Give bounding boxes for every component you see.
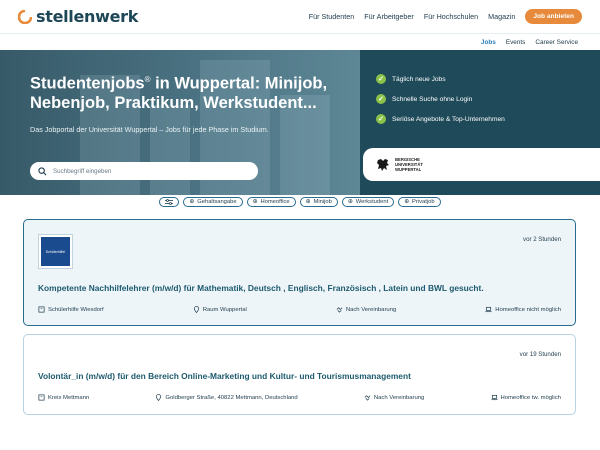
plus-circle-icon: ⊕	[347, 199, 353, 205]
search-icon	[38, 166, 47, 175]
filter-gehaltsangabe[interactable]: ⊕ Gehaltsangabe	[183, 197, 243, 207]
handshake-icon	[336, 307, 343, 313]
search-bar[interactable]	[30, 162, 258, 180]
feature-text: Schnelle Suche ohne Login	[392, 95, 473, 103]
homeoffice-meta: Homeoffice tw. möglich	[490, 394, 561, 401]
nav-fuer-studenten[interactable]: Für Studenten	[309, 12, 355, 21]
stellenwerk-logo-icon	[18, 9, 32, 24]
subnav-jobs[interactable]: Jobs	[481, 39, 496, 46]
location-meta: Raum Wuppertal	[193, 306, 247, 313]
job-meta: Schülerhilfe Wiesdorf Raum Wuppertal Nac…	[38, 306, 561, 313]
job-meta: Kreis Mettmann Goldberger Straße, 40822 …	[38, 394, 561, 401]
filter-bar: ⊕ Gehaltsangabe ⊕ Homeoffice ⊕ Minijob ⊕ Wer…	[0, 197, 600, 207]
university-line: Wuppertal	[395, 167, 422, 172]
location-pin-icon	[156, 394, 162, 401]
feature-item: ✓ Täglich neue Jobs	[376, 74, 505, 84]
job-salary: Nach Vereinbarung	[373, 394, 425, 401]
university-badge[interactable]: Bergische Universität Wuppertal	[363, 148, 600, 181]
job-location: Goldberger Straße, 40822 Mettmann, Deuts…	[165, 394, 298, 401]
plus-circle-icon: ⊕	[252, 199, 258, 205]
company-logo: Schülerhilfe!	[38, 234, 73, 269]
nav-magazin[interactable]: Magazin	[488, 12, 515, 21]
job-card[interactable]: Schülerhilfe! vor 2 Stunden Kompetente N…	[23, 219, 576, 326]
filter-werkstudent[interactable]: ⊕ Werkstudent	[341, 197, 395, 207]
chip-label: Werkstudent	[355, 199, 389, 205]
plus-circle-icon: ⊕	[404, 199, 410, 205]
plus-circle-icon: ⊕	[189, 199, 195, 205]
university-name: Bergische Universität Wuppertal	[395, 157, 423, 172]
subnav-career-service[interactable]: Career Service	[535, 39, 578, 46]
hero-building-shape	[150, 105, 190, 195]
job-anbieten-button[interactable]: Job anbieten	[525, 9, 582, 24]
filter-settings-button[interactable]	[159, 197, 180, 207]
job-homeoffice: Homeoffice nicht möglich	[495, 306, 561, 313]
job-homeoffice: Homeoffice tw. möglich	[500, 394, 561, 401]
filter-homeoffice[interactable]: ⊕ Homeoffice	[246, 197, 296, 207]
company-name: Schülerhilfe Wiesdorf	[48, 306, 104, 313]
salary-meta: Nach Vereinbarung	[364, 394, 424, 401]
lion-crest-icon	[377, 158, 389, 171]
feature-item: ✓ Schnelle Suche ohne Login	[376, 94, 505, 104]
nav-fuer-arbeitgeber[interactable]: Für Arbeitgeber	[364, 12, 414, 21]
feature-text: Täglich neue Jobs	[392, 75, 446, 83]
title-prefix: Studentenjobs	[30, 74, 145, 93]
job-salary: Nach Vereinbarung	[345, 306, 397, 313]
feature-text: Seriöse Angebote & Top-Unternehmen	[392, 115, 505, 123]
building-icon	[38, 394, 45, 401]
posted-time: vor 19 Stunden	[519, 351, 561, 358]
homeoffice-meta: Homeoffice nicht möglich	[485, 306, 561, 313]
feature-item: ✓ Seriöse Angebote & Top-Unternehmen	[376, 114, 505, 124]
hero-banner: Studentenjobs® in Wuppertal: Minijob, Ne…	[0, 50, 600, 195]
nav-fuer-hochschulen[interactable]: Für Hochschulen	[424, 12, 478, 21]
company-meta: Kreis Mettmann	[38, 394, 89, 401]
company-meta: Schülerhilfe Wiesdorf	[38, 306, 104, 313]
logo[interactable]: stellenwerk	[18, 7, 138, 26]
job-card[interactable]: vor 19 Stunden Volontär_in (m/w/d) für d…	[23, 334, 576, 415]
top-header: stellenwerk Für Studenten Für Arbeitgebe…	[0, 0, 600, 34]
laptop-icon	[490, 394, 498, 401]
logo-text: stellenwerk	[36, 7, 139, 26]
check-icon: ✓	[376, 114, 386, 124]
job-location: Raum Wuppertal	[202, 306, 247, 313]
filter-privatjob[interactable]: ⊕ Privatjob	[398, 197, 441, 207]
check-icon: ✓	[376, 94, 386, 104]
hero-subtitle: Das Jobportal der Universität Wuppertal …	[30, 125, 269, 134]
laptop-icon	[485, 306, 492, 313]
chip-label: Minijob	[313, 199, 332, 205]
building-icon	[38, 306, 45, 313]
main-nav: Für Studenten Für Arbeitgeber Für Hochsc…	[309, 9, 582, 24]
check-icon: ✓	[376, 74, 386, 84]
chip-label: Gehaltsangabe	[197, 199, 237, 205]
chip-label: Homeoffice	[260, 199, 290, 205]
feature-list: ✓ Täglich neue Jobs ✓ Schnelle Suche ohne …	[376, 74, 505, 134]
sliders-icon	[165, 199, 174, 205]
handshake-icon	[364, 395, 371, 401]
filter-minijob[interactable]: ⊕ Minijob	[299, 197, 338, 207]
location-pin-icon	[193, 306, 199, 313]
plus-circle-icon: ⊕	[305, 199, 311, 205]
company-name: Kreis Mettmann	[48, 394, 90, 401]
location-meta: Goldberger Straße, 40822 Mettmann, Deuts…	[155, 394, 298, 401]
posted-time: vor 2 Stunden	[523, 236, 561, 243]
subnav-events[interactable]: Events	[506, 39, 526, 46]
search-input[interactable]	[53, 167, 243, 175]
job-title[interactable]: Kompetente Nachhilfelehrer (m/w/d) für M…	[38, 283, 484, 293]
salary-meta: Nach Vereinbarung	[336, 306, 396, 313]
sub-nav: Jobs Events Career Service	[481, 35, 578, 49]
job-title[interactable]: Volontär_in (m/w/d) für den Bereich Onli…	[38, 371, 411, 381]
page-title: Studentenjobs® in Wuppertal: Minijob, Ne…	[30, 70, 330, 113]
chip-label: Privatjob	[412, 199, 435, 205]
company-logo-text: Schülerhilfe!	[41, 237, 70, 266]
